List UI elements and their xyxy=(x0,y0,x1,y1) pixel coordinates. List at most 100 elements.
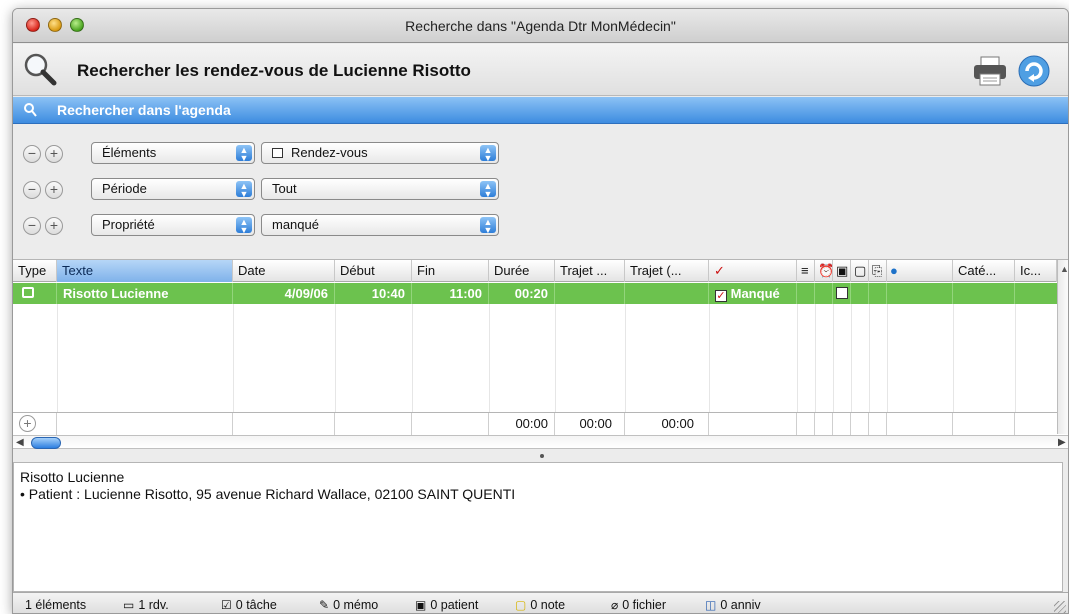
criteria-value-label: manqué xyxy=(272,217,319,232)
criteria-field-label: Éléments xyxy=(102,145,157,160)
search-icon xyxy=(24,103,37,117)
criteria-panel: − + Éléments ▲ ▼ Rendez-vous ▲ ▼ − + Pério… xyxy=(13,125,1068,260)
refresh-icon[interactable] xyxy=(1017,54,1051,88)
popup-arrows-icon: ▲ ▼ xyxy=(480,217,496,235)
column-divider xyxy=(489,304,490,414)
footer-trajet-retour-total: 00:00 xyxy=(625,413,709,435)
search-bar[interactable]: Rechercher dans l'agenda xyxy=(13,97,1068,124)
column-divider xyxy=(851,304,852,414)
column-list-icon[interactable]: ≡ xyxy=(797,260,815,282)
table-row[interactable]: Risotto Lucienne 4/09/06 10:40 11:00 00:… xyxy=(13,283,1057,304)
title-bar[interactable]: Recherche dans "Agenda Dtr MonMédecin" xyxy=(13,9,1068,43)
column-divider xyxy=(887,304,888,414)
column-patient-icon[interactable]: ▣ xyxy=(833,260,851,282)
add-criteria-button[interactable]: + xyxy=(45,217,63,235)
column-texte[interactable]: Texte xyxy=(57,260,233,282)
row-file-cell xyxy=(869,283,887,304)
appointment-icon: ▭ xyxy=(123,598,135,612)
footer-manque-cell xyxy=(709,413,797,435)
row-texte-cell: Risotto Lucienne xyxy=(57,283,233,304)
status-tache-label: 0 tâche xyxy=(235,598,277,612)
status-elements: 1 éléments xyxy=(25,598,87,612)
column-file-icon[interactable]: ⎘ xyxy=(869,260,887,282)
column-divider xyxy=(412,304,413,414)
column-duree[interactable]: Durée xyxy=(489,260,555,282)
column-trajet-aller[interactable]: Trajet ... xyxy=(555,260,625,282)
row-icone-cell xyxy=(1015,283,1057,304)
scroll-right-arrow-icon[interactable]: ▶ xyxy=(1058,436,1066,449)
criteria-field-popup[interactable]: Éléments ▲ ▼ xyxy=(91,142,255,164)
remove-criteria-button[interactable]: − xyxy=(23,181,41,199)
row-duree-cell: 00:20 xyxy=(489,283,555,304)
footer-date-cell xyxy=(233,413,335,435)
scroll-left-arrow-icon[interactable]: ◀ xyxy=(16,436,24,449)
vertical-scrollbar[interactable]: ▲ xyxy=(1057,260,1068,434)
status-patient: ▣ 0 patient xyxy=(415,598,478,612)
status-anniv: ◫ 0 anniv xyxy=(705,598,761,612)
footer-debut-cell xyxy=(335,413,412,435)
criteria-row: − + Période ▲ ▼ Tout ▲ ▼ xyxy=(13,177,1068,203)
popup-arrows-icon: ▲ ▼ xyxy=(480,145,496,163)
status-patient-label: 0 patient xyxy=(430,598,479,612)
criteria-field-label: Période xyxy=(102,181,147,196)
criteria-field-popup[interactable]: Période ▲ ▼ xyxy=(91,178,255,200)
notes-panel[interactable]: Risotto Lucienne • Patient : Lucienne Ri… xyxy=(13,462,1063,592)
appointment-icon xyxy=(22,287,34,298)
horizontal-scrollbar[interactable]: ◀ ▶ xyxy=(13,435,1068,449)
criteria-value-label: Tout xyxy=(272,181,297,196)
column-categorie[interactable]: Caté... xyxy=(953,260,1015,282)
column-icone[interactable]: Ic... xyxy=(1015,260,1057,282)
task-icon: ☑ xyxy=(221,598,232,612)
row-fin-cell: 11:00 xyxy=(412,283,489,304)
pane-splitter[interactable] xyxy=(13,450,1068,462)
column-debut[interactable]: Début xyxy=(335,260,412,282)
column-checkmark[interactable]: ✓ xyxy=(709,260,797,282)
notes-line: • Patient : Lucienne Risotto, 95 avenue … xyxy=(20,486,516,502)
criteria-row: − + Propriété ▲ ▼ manqué ▲ ▼ xyxy=(13,213,1068,239)
popup-arrows-icon: ▲ ▼ xyxy=(480,181,496,199)
paperclip-icon: ⌀ xyxy=(611,598,619,612)
pencil-icon: ✎ xyxy=(319,598,330,612)
column-note-icon[interactable]: ▢ xyxy=(851,260,869,282)
remove-criteria-button[interactable]: − xyxy=(23,145,41,163)
page-title: Rechercher les rendez-vous de Lucienne R… xyxy=(77,61,471,80)
column-divider xyxy=(57,304,58,414)
footer-icone-cell xyxy=(1015,413,1057,435)
criteria-value-popup[interactable]: Tout ▲ ▼ xyxy=(261,178,499,200)
row-note-cell xyxy=(851,283,869,304)
add-criteria-button[interactable]: + xyxy=(45,181,63,199)
row-patient-cell xyxy=(833,283,851,304)
footer-icon-cell xyxy=(887,413,953,435)
column-trajet-retour[interactable]: Trajet (... xyxy=(625,260,709,282)
status-note: ▢ 0 note xyxy=(515,598,565,612)
status-fichier-label: 0 fichier xyxy=(622,598,667,612)
column-divider xyxy=(797,304,798,414)
status-tache: ☑ 0 tâche xyxy=(221,598,277,612)
row-list-cell xyxy=(797,283,815,304)
criteria-field-popup[interactable]: Propriété ▲ ▼ xyxy=(91,214,255,236)
column-divider xyxy=(953,304,954,414)
column-globe-icon[interactable]: ● xyxy=(887,260,953,282)
remove-criteria-button[interactable]: − xyxy=(23,217,41,235)
criteria-value-popup[interactable]: manqué ▲ ▼ xyxy=(261,214,499,236)
footer-icon-cell xyxy=(815,413,833,435)
column-type[interactable]: Type xyxy=(13,260,57,282)
column-divider xyxy=(233,304,234,414)
footer-duree-total: 00:00 xyxy=(489,413,555,435)
column-alarm-icon[interactable]: ⏰ xyxy=(815,260,833,282)
search-bar-label: Rechercher dans l'agenda xyxy=(57,102,231,118)
popup-arrows-icon: ▲ ▼ xyxy=(236,181,252,199)
column-date[interactable]: Date xyxy=(233,260,335,282)
row-manque-cell[interactable]: ✓ Manqué xyxy=(709,283,797,304)
notes-line: Risotto Lucienne xyxy=(20,469,125,485)
splitter-handle-icon[interactable] xyxy=(540,454,544,458)
column-fin[interactable]: Fin xyxy=(412,260,489,282)
resize-grip-icon[interactable] xyxy=(1054,601,1066,613)
printer-icon[interactable] xyxy=(973,56,1007,86)
status-rdv-label: 1 rdv. xyxy=(138,598,169,612)
criteria-value-popup[interactable]: Rendez-vous ▲ ▼ xyxy=(261,142,499,164)
scroll-up-arrow-icon[interactable]: ▲ xyxy=(1060,264,1068,274)
status-note-label: 0 note xyxy=(530,598,566,612)
add-criteria-button[interactable]: + xyxy=(45,145,63,163)
horizontal-scroll-thumb[interactable] xyxy=(31,437,61,449)
